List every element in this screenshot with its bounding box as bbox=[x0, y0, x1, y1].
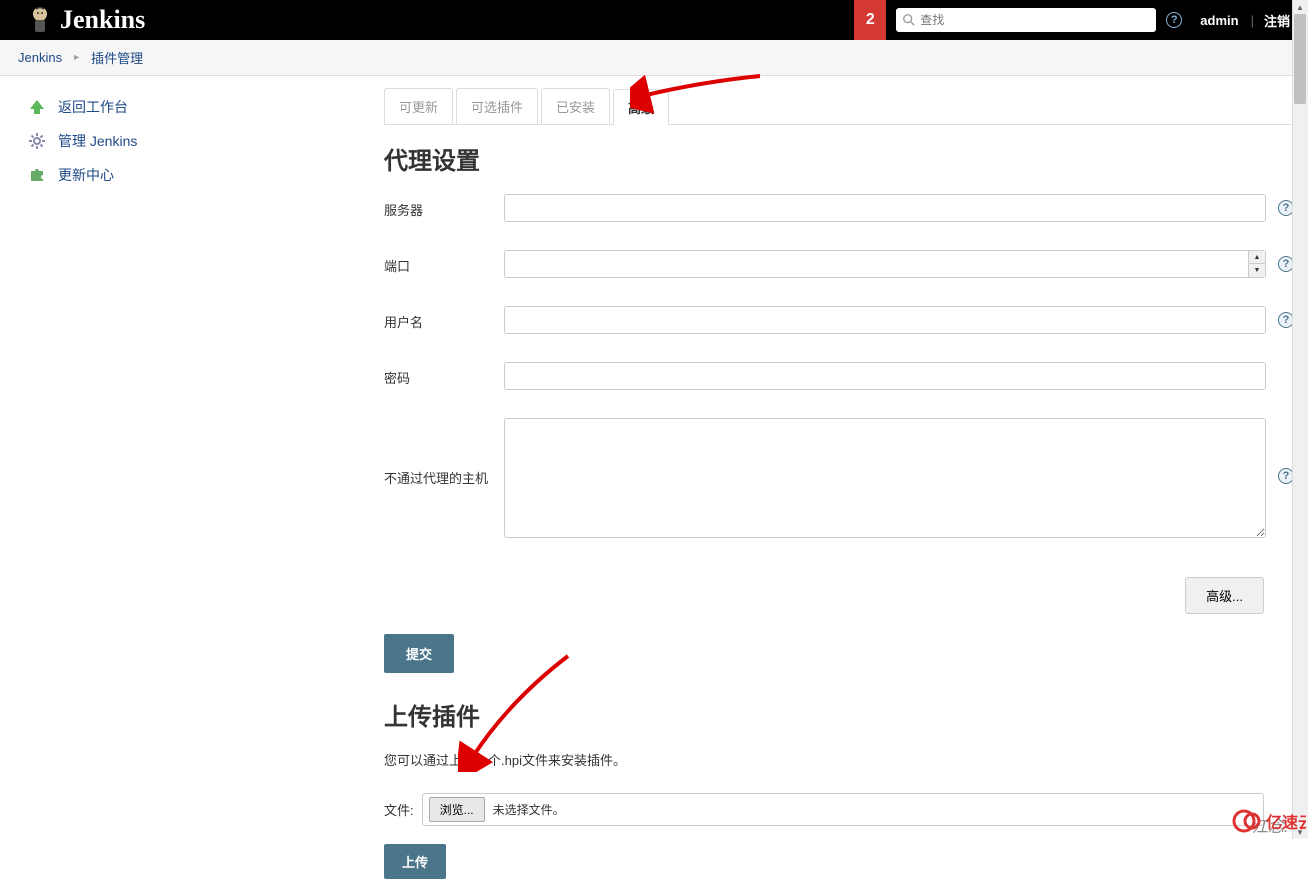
scrollbar-thumb[interactable] bbox=[1294, 14, 1306, 104]
sidebar-item-workbench[interactable]: 返回工作台 bbox=[26, 90, 360, 124]
input-server[interactable] bbox=[504, 194, 1266, 222]
sidebar-item-label: 更新中心 bbox=[58, 165, 114, 185]
tab-available[interactable]: 可选插件 bbox=[456, 88, 538, 124]
header: Jenkins 2 ? admin | 注销 bbox=[0, 0, 1308, 40]
row-password: 密码 ? bbox=[384, 362, 1294, 390]
row-noproxy: 不通过代理的主机 ? bbox=[384, 418, 1294, 541]
no-file-text: 未选择文件。 bbox=[493, 801, 565, 818]
breadcrumb-plugins[interactable]: 插件管理 bbox=[91, 48, 143, 67]
submit-button[interactable]: 提交 bbox=[384, 634, 454, 673]
search-icon bbox=[902, 13, 916, 27]
input-username[interactable] bbox=[504, 306, 1266, 334]
sidebar-item-label: 管理 Jenkins bbox=[58, 131, 137, 151]
sidebar-item-label: 返回工作台 bbox=[58, 97, 128, 117]
row-username: 用户名 ? bbox=[384, 306, 1294, 334]
input-port[interactable] bbox=[504, 250, 1249, 278]
scrollbar-up-icon[interactable]: ▲ bbox=[1292, 0, 1308, 14]
upload-description: 您可以通过上传一个.hpi文件来安装插件。 bbox=[384, 750, 1294, 769]
logo-text: Jenkins bbox=[60, 5, 145, 35]
jenkins-logo-icon bbox=[28, 4, 52, 36]
browse-button[interactable]: 浏览... bbox=[429, 797, 485, 822]
search-box[interactable] bbox=[896, 8, 1156, 32]
file-row: 文件: 浏览... 未选择文件。 bbox=[384, 793, 1294, 826]
file-label: 文件: bbox=[384, 800, 414, 819]
user-link[interactable]: admin bbox=[1200, 13, 1238, 28]
spinner-down-icon[interactable]: ▼ bbox=[1249, 264, 1265, 277]
label-password: 密码 bbox=[384, 362, 504, 387]
sidebar-item-manage[interactable]: 管理 Jenkins bbox=[26, 124, 360, 158]
breadcrumb-jenkins[interactable]: Jenkins bbox=[18, 50, 62, 65]
spinner-up-icon[interactable]: ▲ bbox=[1249, 251, 1265, 264]
tab-installed[interactable]: 已安装 bbox=[541, 88, 610, 124]
puzzle-icon bbox=[26, 164, 48, 186]
row-port: 端口 ▲ ▼ ? bbox=[384, 250, 1294, 278]
tab-updatable[interactable]: 可更新 bbox=[384, 88, 453, 124]
proxy-title: 代理设置 bbox=[384, 141, 1294, 176]
content: 可更新 可选插件 已安装 高级 代理设置 服务器 ? 端口 ▲ ▼ bbox=[370, 76, 1308, 891]
label-server: 服务器 bbox=[384, 194, 504, 219]
upload-title: 上传插件 bbox=[384, 697, 1294, 732]
label-username: 用户名 bbox=[384, 306, 504, 331]
watermark-logo: 亿速云 bbox=[1228, 803, 1308, 839]
up-arrow-icon bbox=[26, 96, 48, 118]
logout-link[interactable]: 注销 bbox=[1264, 11, 1290, 30]
gear-icon bbox=[26, 130, 48, 152]
search-input[interactable] bbox=[920, 13, 1150, 27]
input-password[interactable] bbox=[504, 362, 1266, 390]
notification-badge[interactable]: 2 bbox=[854, 0, 886, 40]
help-icon[interactable]: ? bbox=[1166, 12, 1182, 28]
row-server: 服务器 ? bbox=[384, 194, 1294, 222]
tabs: 可更新 可选插件 已安装 高级 bbox=[384, 88, 1294, 125]
logo-area[interactable]: Jenkins bbox=[0, 4, 145, 36]
textarea-noproxy[interactable] bbox=[504, 418, 1266, 538]
scrollbar[interactable]: ▲ ▼ bbox=[1292, 0, 1308, 839]
upload-button[interactable]: 上传 bbox=[384, 844, 446, 879]
label-port: 端口 bbox=[384, 250, 504, 275]
advanced-button[interactable]: 高级... bbox=[1185, 577, 1264, 614]
tab-advanced[interactable]: 高级 bbox=[613, 89, 669, 125]
file-picker: 浏览... 未选择文件。 bbox=[422, 793, 1264, 826]
port-spinner: ▲ ▼ bbox=[1248, 250, 1266, 278]
sidebar: 返回工作台 管理 Jenkins 更新中心 bbox=[0, 76, 370, 891]
breadcrumb: Jenkins ▸ 插件管理 bbox=[0, 40, 1308, 76]
sidebar-item-update[interactable]: 更新中心 bbox=[26, 158, 360, 192]
label-noproxy: 不通过代理的主机 bbox=[384, 418, 504, 487]
svg-text:亿速云: 亿速云 bbox=[1266, 813, 1306, 832]
